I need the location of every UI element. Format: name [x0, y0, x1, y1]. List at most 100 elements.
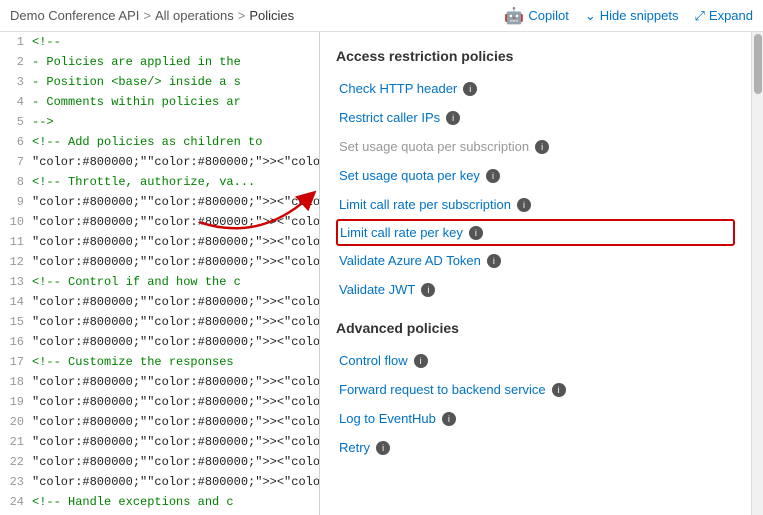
advanced-policies-title: Advanced policies [336, 320, 735, 336]
line-content: --> [32, 112, 319, 132]
policy-item[interactable]: Log to EventHub i [336, 404, 735, 433]
line-content: - Comments within policies ar [32, 92, 319, 112]
code-line: 23 "color:#800000;""color:#800000;">><"c… [0, 472, 319, 492]
line-number: 3 [0, 72, 32, 92]
line-content: "color:#800000;""color:#800000;">><"colo… [32, 232, 319, 252]
code-line: 2 - Policies are applied in the [0, 52, 319, 72]
code-line: 12 "color:#800000;""color:#800000;">><"c… [0, 252, 319, 272]
breadcrumb-api[interactable]: Demo Conference API [10, 8, 139, 23]
code-line: 10 "color:#800000;""color:#800000;">><"c… [0, 212, 319, 232]
line-content: <!-- [32, 32, 319, 52]
info-icon[interactable]: i [486, 169, 500, 183]
line-number: 19 [0, 392, 32, 412]
breadcrumb-sep2: > [238, 8, 246, 23]
policy-item[interactable]: Validate JWT i [336, 275, 735, 304]
code-line: 1<!-- [0, 32, 319, 52]
line-number: 23 [0, 472, 32, 492]
line-content: "color:#800000;""color:#800000;">><"colo… [32, 252, 319, 272]
breadcrumb-policies: Policies [249, 8, 294, 23]
scrollbar-thumb[interactable] [754, 34, 762, 94]
expand-button[interactable]: ⤢ Expand [695, 8, 754, 24]
line-number: 24 [0, 492, 32, 512]
info-icon[interactable]: i [442, 412, 456, 426]
code-line: 16 "color:#800000;""color:#800000;">><"c… [0, 332, 319, 352]
line-number: 16 [0, 332, 32, 352]
main-content: 1<!--2 - Policies are applied in the3 - … [0, 32, 763, 515]
code-line: 14 "color:#800000;""color:#800000;">><"c… [0, 292, 319, 312]
code-line: 22 "color:#800000;""color:#800000;">><"c… [0, 452, 319, 472]
line-content: "color:#800000;""color:#800000;">><"colo… [32, 392, 319, 412]
hide-snippets-button[interactable]: ⌄ Hide snippets [585, 8, 679, 24]
code-line: 7"color:#800000;""color:#800000;">><"col… [0, 152, 319, 172]
code-lines: 1<!--2 - Policies are applied in the3 - … [0, 32, 319, 515]
info-icon[interactable]: i [446, 111, 460, 125]
expand-label: Expand [709, 8, 753, 23]
line-content: - Policies are applied in the [32, 52, 319, 72]
info-icon[interactable]: i [535, 140, 549, 154]
line-content: <!-- Customize the responses [32, 352, 319, 372]
line-number: 9 [0, 192, 32, 212]
info-icon[interactable]: i [469, 226, 483, 240]
policy-panel[interactable]: Access restriction policies Check HTTP h… [320, 32, 751, 515]
info-icon[interactable]: i [414, 354, 428, 368]
line-content: "color:#800000;""color:#800000;">><"colo… [32, 292, 319, 312]
line-number: 6 [0, 132, 32, 152]
line-content: "color:#800000;""color:#800000;">><"colo… [32, 432, 319, 452]
line-number: 4 [0, 92, 32, 112]
code-editor[interactable]: 1<!--2 - Policies are applied in the3 - … [0, 32, 320, 515]
line-content: <!-- Add policies as children to [32, 132, 319, 152]
code-line: 20 "color:#800000;""color:#800000;">><"c… [0, 412, 319, 432]
breadcrumb: Demo Conference API > All operations > P… [10, 8, 294, 23]
policy-item-label: Restrict caller IPs [339, 110, 440, 125]
info-icon[interactable]: i [463, 82, 477, 96]
breadcrumb-operations[interactable]: All operations [155, 8, 234, 23]
policy-item[interactable]: Limit call rate per subscriptioni [336, 190, 735, 219]
info-icon[interactable]: i [517, 198, 531, 212]
line-number: 22 [0, 452, 32, 472]
policy-item[interactable]: Set usage quota per subscriptioni [336, 132, 735, 161]
info-icon[interactable]: i [421, 283, 435, 297]
line-number: 5 [0, 112, 32, 132]
policy-item-label: Check HTTP header [339, 81, 457, 96]
line-number: 12 [0, 252, 32, 272]
policy-item[interactable]: Validate Azure AD Tokeni [336, 246, 735, 275]
policy-item-label: Set usage quota per key [339, 168, 480, 183]
line-number: 8 [0, 172, 32, 192]
info-icon[interactable]: i [376, 441, 390, 455]
line-content: - Position <base/> inside a s [32, 72, 319, 92]
line-content: "color:#800000;""color:#800000;">><"colo… [32, 372, 319, 392]
scrollbar[interactable] [751, 32, 763, 515]
info-icon[interactable]: i [552, 383, 566, 397]
policy-item[interactable]: Retryi [336, 433, 735, 462]
code-line: 21 "color:#800000;""color:#800000;">><"c… [0, 432, 319, 452]
policy-item-label: Forward request to backend service [339, 382, 546, 397]
topbar-actions: 🤖 Copilot ⌄ Hide snippets ⤢ Expand [504, 6, 753, 26]
line-content: "color:#800000;""color:#800000;">><"colo… [32, 152, 319, 172]
policy-item[interactable]: Restrict caller IPs i [336, 103, 735, 132]
code-line: 19 "color:#800000;""color:#800000;">><"c… [0, 392, 319, 412]
line-content: "color:#800000;""color:#800000;">><"colo… [32, 312, 319, 332]
code-line: 9 "color:#800000;""color:#800000;">><"co… [0, 192, 319, 212]
line-content: <!-- Handle exceptions and c [32, 492, 319, 512]
access-items-list: Check HTTP headeriRestrict caller IPsiSe… [336, 74, 735, 304]
line-content: "color:#800000;""color:#800000;">><"colo… [32, 412, 319, 432]
copilot-button[interactable]: 🤖 Copilot [504, 6, 568, 26]
policy-item[interactable]: Control flowi [336, 346, 735, 375]
line-content: "color:#800000;""color:#800000;">><"colo… [32, 212, 319, 232]
code-line: 6<!-- Add policies as children to [0, 132, 319, 152]
line-number: 18 [0, 372, 32, 392]
advanced-section: Advanced policies Control flowiForward r… [336, 320, 735, 462]
expand-icon: ⤢ [695, 8, 705, 24]
policy-item-label: Validate JWT [339, 282, 415, 297]
code-line: 4 - Comments within policies ar [0, 92, 319, 112]
info-icon[interactable]: i [487, 254, 501, 268]
policy-item[interactable]: Set usage quota per key i [336, 161, 735, 190]
policy-item[interactable]: Limit call rate per keyi [336, 219, 735, 246]
policy-item-label: Log to EventHub [339, 411, 436, 426]
line-number: 1 [0, 32, 32, 52]
policy-item[interactable]: Forward request to backend service i [336, 375, 735, 404]
code-line: 11 "color:#800000;""color:#800000;">><"c… [0, 232, 319, 252]
line-number: 15 [0, 312, 32, 332]
policy-item[interactable]: Check HTTP header i [336, 74, 735, 103]
hide-snippets-icon: ⌄ [585, 8, 596, 24]
